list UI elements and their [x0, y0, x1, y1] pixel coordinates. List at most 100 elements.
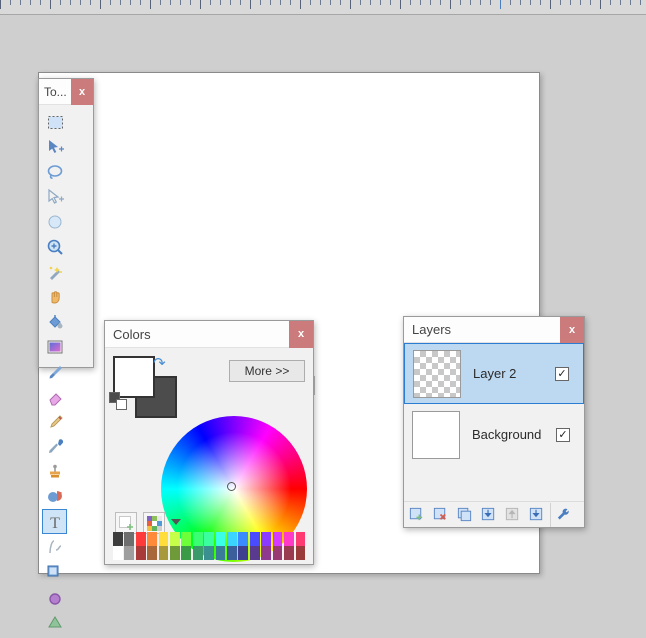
palette-swatch[interactable] [181, 532, 192, 546]
reset-colors-icon[interactable] [109, 392, 127, 410]
pencil-icon[interactable] [42, 409, 67, 434]
pan-icon[interactable] [42, 284, 67, 309]
ellipse-select-icon[interactable] [42, 209, 67, 234]
line-curve-icon[interactable] [42, 534, 67, 559]
shapes-rectangle-icon[interactable] [42, 559, 67, 584]
ruler-tick [410, 0, 411, 5]
paint-bucket-icon[interactable] [42, 309, 67, 334]
ruler-tick [350, 0, 351, 9]
layers-window-title: Layers [412, 322, 452, 337]
close-icon[interactable]: x [71, 78, 93, 105]
palette-icon[interactable] [143, 512, 165, 534]
lasso-select-icon[interactable] [42, 159, 67, 184]
move-selection-icon[interactable] [42, 184, 67, 209]
ruler-tick [450, 0, 451, 9]
ruler-tick [150, 0, 151, 9]
palette-swatch[interactable] [284, 546, 294, 560]
zoom-icon[interactable] [42, 234, 67, 259]
layers-window-titlebar[interactable]: Layers x [404, 316, 584, 343]
palette-swatch[interactable] [170, 546, 180, 560]
palette-swatch[interactable] [295, 546, 306, 560]
palette-swatch[interactable] [249, 546, 260, 560]
palette-swatch[interactable] [295, 532, 306, 546]
colors-body: ↶ More >> [105, 348, 313, 566]
layer-properties-button[interactable] [550, 502, 575, 527]
shapes-freeform-icon[interactable] [42, 609, 67, 634]
palette-swatch[interactable] [192, 546, 203, 560]
color-wheel-cursor[interactable] [227, 482, 236, 491]
add-layer-button[interactable] [404, 503, 428, 527]
palette-swatch[interactable] [113, 532, 123, 546]
svg-text:T: T [50, 515, 60, 531]
text-icon[interactable]: T [42, 509, 67, 534]
palette-swatch[interactable] [227, 532, 237, 546]
palette-swatch[interactable] [181, 546, 192, 560]
palette-swatch[interactable] [238, 532, 249, 546]
palette-swatch[interactable] [135, 546, 146, 560]
layer-row[interactable]: Background ✓ [404, 404, 584, 465]
palette-swatch[interactable] [192, 532, 203, 546]
tools-window-titlebar[interactable]: To... x [39, 78, 93, 105]
color-picker-icon[interactable] [42, 434, 67, 459]
palette-swatch[interactable] [147, 546, 157, 560]
shapes-ellipse-icon[interactable] [42, 584, 67, 609]
palette-swatch[interactable] [170, 532, 180, 546]
duplicate-layer-button[interactable] [452, 503, 476, 527]
ruler-tick [390, 0, 391, 5]
palette-swatch[interactable] [238, 546, 249, 560]
more-button[interactable]: More >> [229, 360, 305, 382]
ruler-tick [70, 0, 71, 5]
ruler-tick [320, 0, 321, 5]
palette-swatch[interactable] [261, 546, 271, 560]
palette-swatch[interactable] [272, 532, 283, 546]
move-selected-icon[interactable] [42, 134, 67, 159]
rectangle-select-icon[interactable] [42, 109, 67, 134]
close-icon[interactable]: x [560, 316, 584, 343]
ruler-tick [220, 0, 221, 5]
palette-swatch[interactable] [158, 532, 169, 546]
palette-swatch[interactable] [135, 532, 146, 546]
colors-window-titlebar[interactable]: Colors x [105, 320, 313, 348]
palette-swatch[interactable] [284, 532, 294, 546]
palette-swatch[interactable] [204, 546, 214, 560]
move-layer-down-button[interactable] [524, 503, 548, 527]
eraser-icon[interactable] [42, 384, 67, 409]
palette-swatch[interactable] [215, 546, 226, 560]
layers-toolbar [404, 501, 584, 527]
add-swatch-icon[interactable] [115, 512, 137, 534]
ruler-tick [50, 0, 51, 9]
ruler-tick [230, 0, 231, 5]
palette-swatch[interactable] [113, 546, 123, 560]
chevron-down-icon[interactable] [171, 519, 181, 525]
colors-window-title: Colors [113, 326, 151, 342]
layer-row[interactable]: Layer 2 ✓ [404, 343, 584, 404]
clone-stamp-icon[interactable] [42, 459, 67, 484]
ruler-tick [610, 0, 611, 5]
ruler-tick [420, 0, 421, 5]
layer-visibility-checkbox[interactable]: ✓ [555, 366, 569, 381]
gradient-icon[interactable] [42, 334, 67, 359]
move-layer-up-button [500, 503, 524, 527]
palette-swatch[interactable] [272, 546, 283, 560]
palette-swatch[interactable] [158, 546, 169, 560]
layer-visibility-checkbox[interactable]: ✓ [556, 427, 570, 442]
palette-swatch[interactable] [147, 532, 157, 546]
swap-colors-icon[interactable]: ↶ [153, 354, 166, 372]
tools-window-title: To... [44, 84, 67, 99]
close-icon[interactable]: x [289, 320, 313, 348]
palette-swatch[interactable] [204, 532, 214, 546]
delete-layer-button[interactable] [428, 503, 452, 527]
recolor-icon[interactable] [42, 484, 67, 509]
magic-wand-icon[interactable] [42, 259, 67, 284]
palette-swatch[interactable] [261, 532, 271, 546]
palette-swatch[interactable] [215, 532, 226, 546]
palette-swatch[interactable] [124, 532, 135, 546]
merge-layer-down-button[interactable] [476, 503, 500, 527]
paintbrush-icon[interactable] [42, 359, 67, 384]
palette-swatch[interactable] [249, 532, 260, 546]
ruler-tick [140, 0, 141, 5]
ruler-tick [560, 0, 561, 5]
palette-swatch[interactable] [227, 546, 237, 560]
palette-swatch[interactable] [124, 546, 135, 560]
ruler-tick [300, 0, 301, 9]
